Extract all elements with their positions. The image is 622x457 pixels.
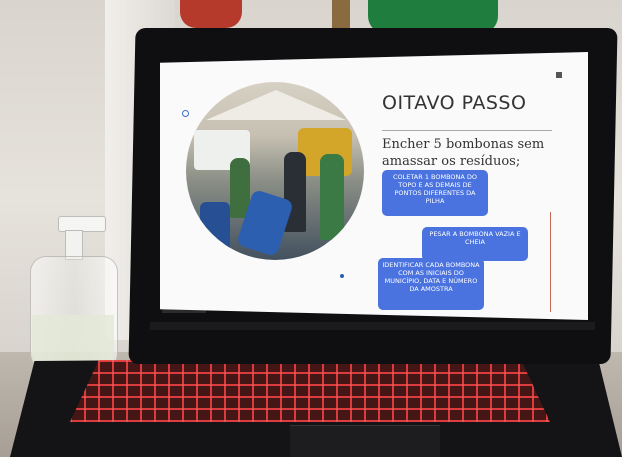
decor-square: [556, 72, 562, 78]
slide-title: OITAVO PASSO: [382, 92, 527, 114]
step-box: COLETAR 1 BOMBONA DO TOPO E AS DEMAIS DE…: [382, 170, 488, 216]
red-flag: [180, 0, 242, 28]
decor-circle: [182, 110, 189, 117]
sanitizer-bottle: [30, 210, 118, 370]
title-divider: [382, 130, 552, 131]
step-box: IDENTIFICAR CADA BOMBONA COM AS INICIAIS…: [378, 258, 484, 310]
worker-figure: [320, 154, 344, 240]
step-box: PESAR A BOMBONA VAZIA E CHEIA: [422, 227, 528, 261]
tent-shape: [206, 90, 346, 120]
decor-dot: [340, 274, 344, 278]
drum-shape: [200, 202, 230, 252]
slide-subtitle: Encher 5 bombonas sem amassar os resíduo…: [382, 137, 545, 169]
accent-line: [550, 212, 551, 312]
bottle-gel: [32, 315, 114, 367]
laptop-screen: OITAVO PASSO Encher 5 bombonas sem amass…: [160, 52, 588, 320]
photo-scene: OITAVO PASSO Encher 5 bombonas sem amass…: [0, 0, 622, 457]
touchpad: [290, 425, 440, 457]
lid-bezel-bottom: [150, 322, 595, 330]
slide-photo: [186, 82, 364, 260]
backlit-keyboard: [70, 360, 550, 422]
